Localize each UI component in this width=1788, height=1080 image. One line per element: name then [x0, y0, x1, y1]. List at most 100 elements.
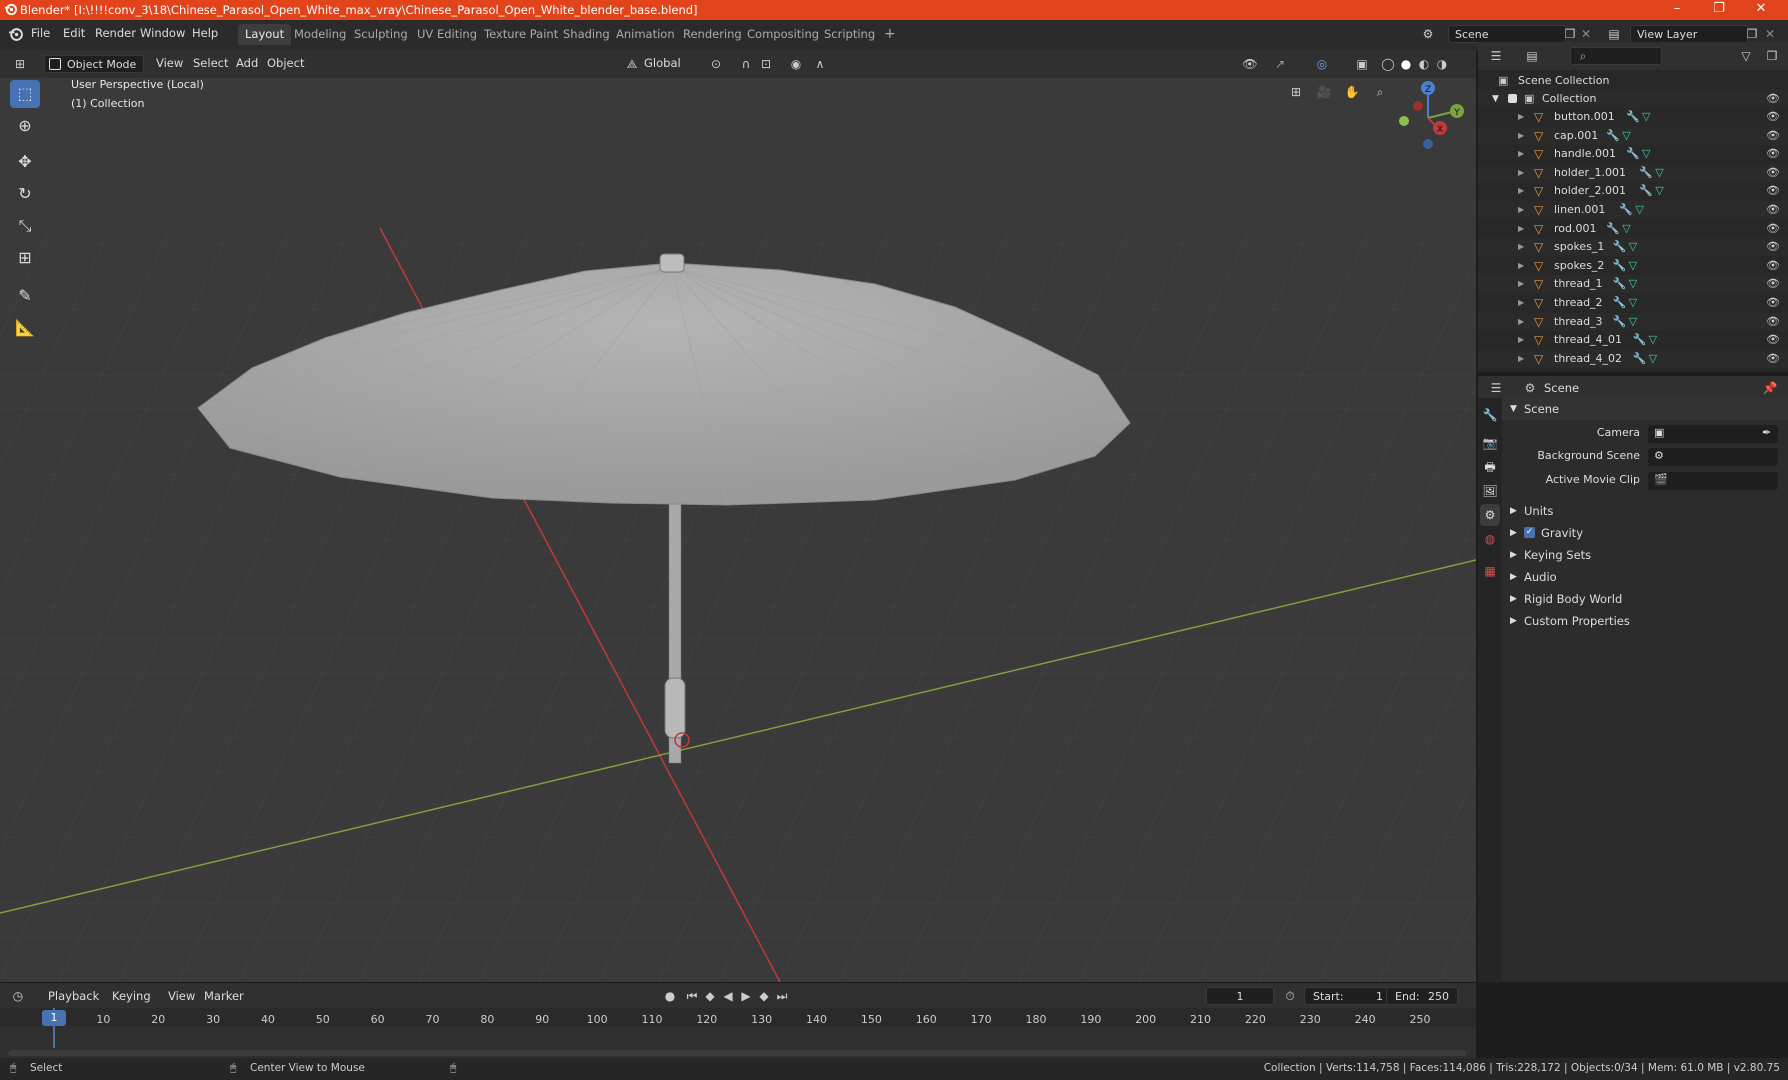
- background-scene-field[interactable]: ⚙: [1648, 448, 1778, 466]
- transform-orientation-dropdown[interactable]: Global: [644, 54, 681, 73]
- outliner-editor-type-icon[interactable]: ☰: [1486, 46, 1506, 66]
- expand-arrow-icon[interactable]: ▶: [1518, 238, 1524, 256]
- proportional-edit-icon[interactable]: ◉: [786, 54, 806, 74]
- menu-help[interactable]: Help: [192, 26, 218, 40]
- eye-icon[interactable]: 👁: [1766, 220, 1780, 238]
- playhead-frame-label[interactable]: 1: [42, 1010, 66, 1026]
- viewport-menu-object[interactable]: Object: [267, 54, 304, 73]
- play-icon[interactable]: ▶: [736, 986, 756, 1006]
- next-keyframe-icon[interactable]: ◆: [754, 986, 774, 1006]
- mesh-data-icon[interactable]: ▽: [1649, 331, 1657, 349]
- scale-tool-icon[interactable]: ⤡: [10, 212, 40, 240]
- mesh-data-icon[interactable]: ▽: [1629, 294, 1637, 312]
- gravity-panel[interactable]: ▶ ✓ Gravity: [1502, 522, 1788, 544]
- new-view-layer-icon[interactable]: ❐: [1742, 24, 1762, 44]
- eye-icon[interactable]: 👁: [1766, 145, 1780, 163]
- eye-icon[interactable]: 👁: [1766, 257, 1780, 275]
- falloff-icon[interactable]: ∧: [810, 54, 830, 74]
- tab-rendering[interactable]: Rendering: [676, 24, 749, 45]
- outliner-object-row[interactable]: ▶ ▽ holder_1.001 🔧 ▽ 👁: [1478, 163, 1788, 182]
- annotate-tool-icon[interactable]: ✎: [10, 282, 40, 310]
- eye-icon[interactable]: 👁: [1766, 90, 1780, 108]
- close-button[interactable]: ✕: [1740, 0, 1782, 20]
- outliner-scene-collection[interactable]: ▣ Scene Collection: [1478, 72, 1788, 90]
- mesh-data-icon[interactable]: ▽: [1629, 238, 1637, 256]
- view-layer-browse-icon[interactable]: ▤: [1604, 24, 1624, 44]
- pan-view-icon[interactable]: ✋: [1342, 82, 1362, 102]
- expand-arrow-icon[interactable]: ▶: [1518, 294, 1524, 312]
- menu-window[interactable]: Window: [140, 26, 185, 40]
- modifier-icon[interactable]: 🔧: [1633, 350, 1647, 368]
- modifier-icon[interactable]: 🔧: [1606, 127, 1620, 145]
- expand-arrow-icon[interactable]: ▶: [1518, 201, 1524, 219]
- output-tab-icon[interactable]: 🖶: [1480, 456, 1500, 478]
- rigid-body-world-panel[interactable]: ▶ Rigid Body World: [1502, 588, 1788, 610]
- outliner-object-row[interactable]: ▶ ▽ button.001 🔧 ▽ 👁: [1478, 108, 1788, 126]
- modifier-icon[interactable]: 🔧: [1606, 220, 1620, 238]
- collection-checkbox[interactable]: [1508, 94, 1517, 103]
- modifier-icon[interactable]: 🔧: [1619, 201, 1633, 219]
- custom-properties-panel[interactable]: ▶ Custom Properties: [1502, 610, 1788, 632]
- eye-icon[interactable]: 👁: [1766, 238, 1780, 256]
- render-tab-icon[interactable]: 📷: [1480, 432, 1500, 454]
- expand-arrow-icon[interactable]: ▶: [1518, 220, 1524, 238]
- outliner-object-row[interactable]: ▶ ▽ thread_4_02 🔧 ▽ 👁: [1478, 349, 1788, 368]
- scene-panel-header[interactable]: ▼ Scene: [1502, 398, 1788, 420]
- tab-uv-editing[interactable]: UV Editing: [410, 24, 484, 45]
- tab-sculpting[interactable]: Sculpting: [347, 24, 415, 45]
- viewport-menu-add[interactable]: Add: [236, 54, 258, 73]
- rendered-shading-icon[interactable]: ◑: [1432, 54, 1452, 74]
- pivot-point-icon[interactable]: ⊙: [706, 54, 726, 74]
- modifier-icon[interactable]: 🔧: [1613, 257, 1627, 275]
- delete-view-layer-icon[interactable]: ✕: [1760, 24, 1780, 44]
- outliner-object-row[interactable]: ▶ ▽ thread_4_01 🔧 ▽ 👁: [1478, 331, 1788, 349]
- snap-target-icon[interactable]: ⊡: [756, 54, 776, 74]
- gizmo-toggle-icon[interactable]: ↗: [1270, 54, 1290, 74]
- eye-icon[interactable]: 👁: [1766, 313, 1780, 331]
- outliner-collection[interactable]: ▼ ▣ Collection 👁: [1478, 90, 1788, 108]
- snap-icon[interactable]: ∩: [736, 54, 756, 74]
- tool-tab-icon[interactable]: 🔧: [1480, 404, 1500, 426]
- active-movie-clip-field[interactable]: 🎬: [1648, 472, 1778, 490]
- delete-scene-icon[interactable]: ✕: [1576, 24, 1596, 44]
- gravity-checkbox[interactable]: ✓: [1524, 527, 1535, 538]
- move-tool-icon[interactable]: ✥: [10, 148, 40, 176]
- properties-editor-type-icon[interactable]: ☰: [1486, 378, 1506, 398]
- eye-icon[interactable]: 👁: [1766, 294, 1780, 312]
- 3d-viewport[interactable]: [0, 78, 1476, 982]
- prev-keyframe-icon[interactable]: ◆: [700, 986, 720, 1006]
- tab-modeling[interactable]: Modeling: [287, 24, 353, 45]
- outliner-object-row[interactable]: ▶ ▽ thread_1 🔧 ▽ 👁: [1478, 275, 1788, 294]
- expand-arrow-icon[interactable]: ▶: [1518, 331, 1524, 349]
- new-collection-icon[interactable]: ❐: [1762, 46, 1782, 66]
- rotate-tool-icon[interactable]: ↻: [10, 180, 40, 208]
- minimize-button[interactable]: –: [1656, 0, 1698, 20]
- timeline-menu-playback[interactable]: Playback: [48, 987, 99, 1006]
- eye-icon[interactable]: 👁: [1766, 164, 1780, 182]
- blender-menu-icon[interactable]: [8, 27, 23, 42]
- jump-end-icon[interactable]: ⏭: [772, 986, 792, 1006]
- expand-arrow-icon[interactable]: ▶: [1518, 182, 1524, 200]
- measure-tool-icon[interactable]: 📐: [10, 314, 40, 342]
- tab-shading[interactable]: Shading: [556, 24, 617, 45]
- modifier-icon[interactable]: 🔧: [1613, 294, 1627, 312]
- eye-icon[interactable]: 👁: [1766, 108, 1780, 126]
- timeline-scrollbar[interactable]: [8, 1050, 1466, 1056]
- mesh-data-icon[interactable]: ▽: [1622, 220, 1630, 238]
- editor-type-icon[interactable]: ⊞: [10, 54, 30, 74]
- audio-panel[interactable]: ▶ Audio: [1502, 566, 1788, 588]
- outliner-object-row[interactable]: ▶ ▽ thread_3 🔧 ▽ 👁: [1478, 312, 1788, 331]
- navigation-gizmo[interactable]: Z Y X: [1390, 78, 1470, 158]
- outliner-object-row[interactable]: ▶ ▽ spokes_1 🔧 ▽ 👁: [1478, 238, 1788, 257]
- outliner-object-row[interactable]: ▶ ▽ cap.001 🔧 ▽ 👁: [1478, 126, 1788, 145]
- expand-arrow-icon[interactable]: ▶: [1518, 164, 1524, 182]
- modifier-icon[interactable]: 🔧: [1633, 331, 1647, 349]
- view-layer-tab-icon[interactable]: 🖼: [1480, 480, 1500, 502]
- solid-shading-icon[interactable]: ●: [1396, 54, 1416, 74]
- transform-tool-icon[interactable]: ⊞: [10, 244, 40, 272]
- timeline-editor-type-icon[interactable]: ◷: [8, 986, 28, 1006]
- timeline-menu-marker[interactable]: Marker: [204, 987, 244, 1006]
- tab-layout[interactable]: Layout: [238, 24, 292, 45]
- maximize-button[interactable]: ❐: [1698, 0, 1740, 20]
- viewport-menu-view[interactable]: View: [156, 54, 183, 73]
